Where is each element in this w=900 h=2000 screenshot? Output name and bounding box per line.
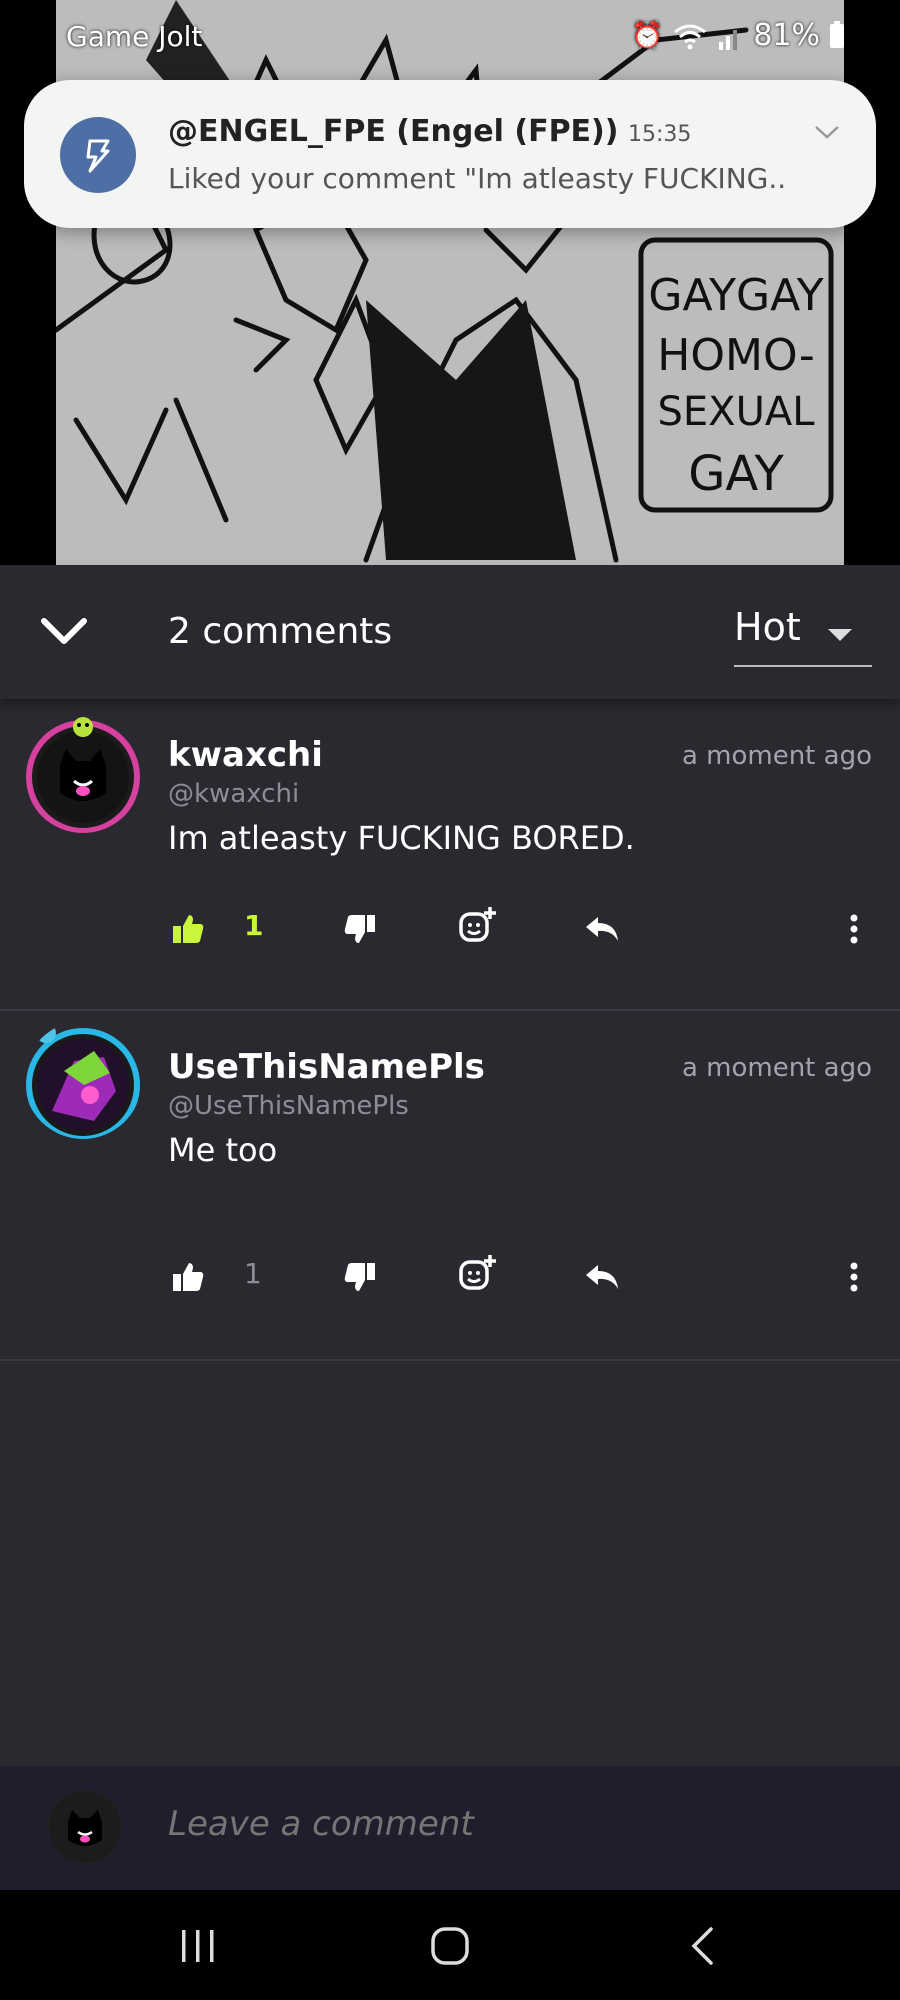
add-reaction-icon	[459, 907, 496, 942]
current-user-avatar	[48, 1790, 122, 1864]
back-chevron-icon	[691, 1927, 713, 1965]
alarm-icon: ⏰	[630, 20, 664, 51]
reply-arrow-icon	[586, 1265, 618, 1289]
kebab-menu-icon	[850, 914, 858, 944]
notification-text: Liked your comment "Im atleasty FUCKING.…	[168, 162, 787, 195]
comment-body: Me too	[168, 1131, 278, 1169]
recent-apps-icon	[182, 1930, 214, 1962]
status-indicators: ⏰ 81%	[631, 18, 844, 53]
comment-handle[interactable]: @kwaxchi	[168, 779, 299, 809]
sort-dropdown[interactable]: Hot	[734, 605, 872, 667]
thumbs-down-icon	[344, 915, 375, 943]
like-count: 1	[244, 1257, 262, 1290]
expand-notification-chevron-icon[interactable]	[814, 124, 840, 140]
comment-item: UseThisNamePls @UseThisNamePls a moment …	[0, 1011, 900, 1361]
like-button[interactable]	[168, 905, 208, 953]
status-bar: Game Jolt ⏰ 81%	[0, 0, 900, 76]
gamejolt-bolt-icon	[60, 117, 136, 193]
home-icon	[431, 1927, 469, 1965]
reply-button[interactable]	[582, 905, 622, 953]
comment-composer	[0, 1766, 900, 1890]
push-notification[interactable]: @ENGEL_FPE (Engel (FPE)) 15:35 Liked you…	[24, 80, 876, 228]
leave-comment-input[interactable]	[168, 1804, 848, 1844]
comment-item: kwaxchi @kwaxchi a moment ago Im atleast…	[0, 699, 900, 1011]
post-image-area: GAYGAY HOMO- SEXUAL GAY Game Jolt ⏰ 81%	[0, 0, 900, 565]
battery-icon	[830, 20, 844, 48]
comments-header: 2 comments Hot	[0, 565, 900, 699]
recent-apps-button[interactable]	[176, 1924, 220, 1968]
comment-handle[interactable]: @UseThisNamePls	[168, 1091, 409, 1121]
sort-selected-value: Hot	[734, 605, 801, 649]
thumbs-down-icon	[344, 1263, 375, 1291]
dislike-button[interactable]	[340, 905, 380, 953]
react-button[interactable]	[456, 1249, 500, 1297]
dropdown-caret-icon	[828, 629, 852, 641]
notification-time: 15:35	[628, 122, 692, 147]
comments-panel: 2 comments Hot kwaxchi @kwaxchi a moment…	[0, 565, 900, 1892]
more-options-button[interactable]	[842, 905, 866, 953]
sign-line-4: GAY	[688, 446, 784, 502]
sign-line-3: SEXUAL	[658, 389, 816, 435]
reply-button[interactable]	[582, 1253, 622, 1301]
more-options-button[interactable]	[842, 1253, 866, 1301]
wifi-icon	[674, 24, 707, 49]
like-button[interactable]	[168, 1253, 208, 1301]
collapse-chevron-icon[interactable]	[36, 609, 92, 653]
react-button[interactable]	[456, 901, 500, 949]
user-avatar[interactable]	[24, 1021, 142, 1139]
status-app-name: Game Jolt	[66, 20, 203, 53]
signal-icon	[719, 29, 738, 50]
dislike-button[interactable]	[340, 1253, 380, 1301]
add-reaction-icon	[459, 1255, 496, 1290]
thumbs-up-icon	[173, 915, 204, 943]
kebab-menu-icon	[850, 1262, 858, 1292]
comment-author[interactable]: kwaxchi	[168, 735, 323, 775]
comment-author[interactable]: UseThisNamePls	[168, 1047, 485, 1087]
like-count: 1	[244, 909, 264, 942]
notification-title: @ENGEL_FPE (Engel (FPE))	[168, 114, 619, 149]
battery-percentage: 81%	[753, 18, 820, 53]
sign-line-1: GAYGAY	[648, 270, 823, 321]
reply-arrow-icon	[586, 917, 618, 941]
comment-body: Im atleasty FUCKING BORED.	[168, 819, 635, 857]
back-button[interactable]	[682, 1924, 722, 1968]
user-avatar[interactable]	[24, 715, 142, 833]
comment-timestamp: a moment ago	[681, 1053, 872, 1083]
comment-timestamp: a moment ago	[681, 741, 872, 771]
thumbs-up-icon	[173, 1263, 204, 1291]
home-button[interactable]	[428, 1924, 472, 1968]
android-nav-bar	[0, 1890, 900, 2000]
comment-count: 2 comments	[168, 611, 393, 652]
sign-line-2: HOMO-	[657, 330, 814, 381]
